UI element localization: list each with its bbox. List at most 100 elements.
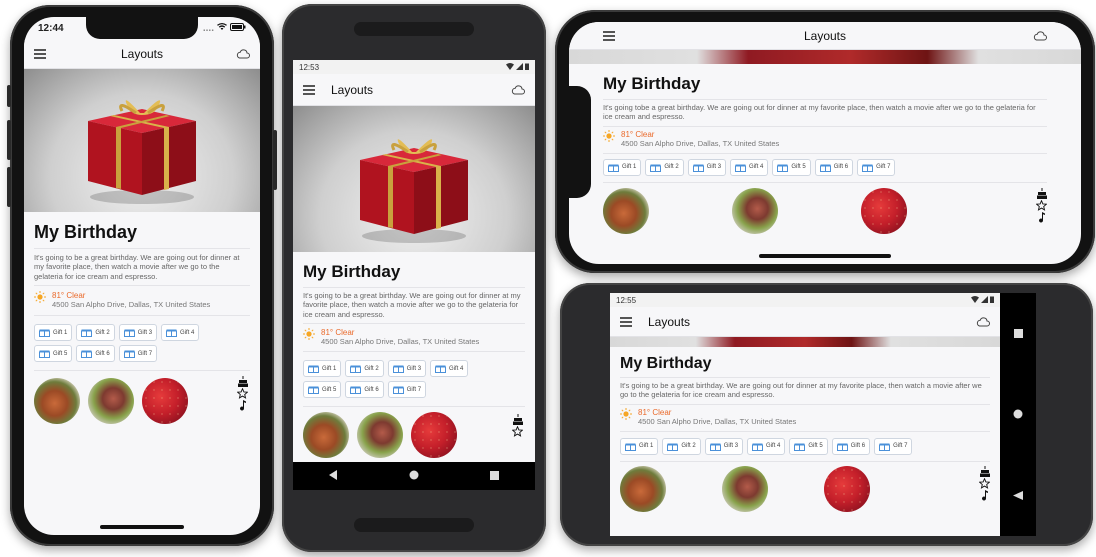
music-note-icon[interactable] (981, 489, 989, 501)
gift-button-2[interactable]: Gift 2 (76, 324, 115, 342)
menu-icon[interactable] (620, 317, 632, 327)
recents-icon[interactable] (1013, 327, 1023, 341)
iphone-portrait-device: 12:44 .... Layouts My Birthday It's goin… (7, 5, 277, 546)
android-nav-bar (1000, 293, 1036, 536)
photo-steak[interactable] (603, 187, 649, 234)
gift-buttons: Gift 1 Gift 2 Gift 3 Gift 4 Gift 5 Gift … (303, 360, 503, 399)
weather-address: 4500 San Alpho Drive, Dallas, TX United … (52, 300, 211, 310)
photo-plate[interactable] (357, 412, 403, 459)
weather-row: 81° Clear 4500 San Alpho Drive, Dallas, … (620, 407, 990, 426)
weather-row: 81° Clear 4500 San Alpho Drive, Dallas, … (603, 129, 1047, 148)
gift-icon (392, 364, 404, 374)
music-note-icon[interactable] (1038, 211, 1046, 223)
home-icon[interactable] (1013, 408, 1023, 422)
star-icon[interactable] (237, 388, 248, 399)
cake-icon[interactable] (237, 376, 248, 388)
gift-icon (123, 328, 135, 338)
gift-button-2[interactable]: Gift 2 (662, 437, 701, 455)
photo-steak[interactable] (303, 412, 349, 459)
gift-button-5[interactable]: Gift 5 (34, 345, 73, 363)
gift-button-3[interactable]: Gift 3 (118, 324, 158, 342)
notch (86, 17, 198, 39)
gift-button-1[interactable]: Gift 1 (603, 158, 642, 176)
gift-button-4[interactable]: Gift 4 (430, 360, 469, 378)
gift-button-3[interactable]: Gift 3 (387, 360, 427, 378)
photo-steak[interactable] (620, 465, 666, 512)
cloud-icon[interactable] (976, 316, 990, 327)
photo-plate[interactable] (722, 465, 768, 512)
gift-button-5[interactable]: Gift 5 (303, 381, 342, 399)
star-icon[interactable] (512, 426, 523, 437)
recents-icon[interactable] (490, 469, 500, 483)
gift-button-7[interactable]: Gift 7 (387, 381, 427, 399)
gift-button-2[interactable]: Gift 2 (345, 360, 384, 378)
sun-icon (34, 291, 46, 304)
gift-button-6[interactable]: Gift 6 (814, 158, 854, 176)
status-bar: 12:55 (610, 293, 1036, 307)
android-landscape-screen: 12:55 Layouts My Birthday It's going to … (610, 293, 1036, 536)
gift-button-1[interactable]: Gift 1 (303, 360, 342, 378)
photo-plate[interactable] (732, 187, 778, 234)
weather-row: 81° Clear 4500 San Alpho Drive, Dallas, … (303, 328, 525, 346)
gift-icon (777, 163, 789, 172)
photo-plate[interactable] (88, 378, 134, 425)
gift-button-5[interactable]: Gift 5 (772, 158, 811, 176)
cake-icon[interactable] (1036, 187, 1047, 199)
photo-strawberries[interactable] (142, 378, 188, 425)
android-nav-bar (293, 462, 535, 490)
cake-icon[interactable] (979, 465, 990, 477)
signal-icon (516, 62, 523, 72)
back-icon[interactable] (1013, 489, 1023, 503)
gift-button-4[interactable]: Gift 4 (161, 324, 200, 342)
gift-button-3[interactable]: Gift 3 (704, 437, 744, 455)
gift-icon (81, 349, 93, 359)
music-note-icon[interactable] (239, 400, 247, 411)
photo-row (303, 412, 525, 459)
gift-label: Gift 5 (322, 386, 337, 393)
cloud-icon[interactable] (511, 84, 525, 95)
menu-icon[interactable] (303, 85, 315, 95)
star-icon[interactable] (979, 477, 990, 489)
cake-icon[interactable] (512, 414, 523, 426)
gift-label: Gift 2 (664, 164, 679, 171)
gift-label: Gift 7 (137, 350, 153, 357)
photo-steak[interactable] (34, 378, 80, 425)
top-speaker (354, 22, 474, 36)
wifi-icon (971, 295, 979, 305)
gift-button-4[interactable]: Gift 4 (747, 437, 786, 455)
gift-button-6[interactable]: Gift 6 (76, 345, 115, 363)
weather-address: 4500 San Alpho Drive, Dallas, TX United … (638, 416, 797, 426)
back-icon[interactable] (328, 469, 338, 483)
home-icon[interactable] (409, 469, 419, 483)
gift-label: Gift 4 (180, 329, 195, 336)
gift-button-6[interactable]: Gift 6 (831, 437, 871, 455)
gift-button-2[interactable]: Gift 2 (645, 158, 684, 176)
app-title: Layouts (648, 314, 691, 329)
gift-button-7[interactable]: Gift 7 (118, 345, 158, 363)
photo-row (620, 465, 990, 512)
gift-button-7[interactable]: Gift 7 (874, 437, 913, 455)
gift-icon (350, 364, 362, 374)
gift-label: Gift 6 (364, 386, 379, 393)
gift-button-4[interactable]: Gift 4 (730, 158, 769, 176)
photo-strawberries[interactable] (824, 465, 870, 512)
gift-button-6[interactable]: Gift 6 (345, 381, 384, 399)
android-portrait-screen: 12:53 Layouts My Birthday It's going to … (293, 60, 535, 490)
hero-image (24, 69, 260, 212)
page-title: My Birthday (620, 355, 712, 372)
photo-strawberries[interactable] (411, 412, 457, 459)
icon-column (979, 465, 990, 501)
gift-button-3[interactable]: Gift 3 (687, 158, 727, 176)
gift-button-1[interactable]: Gift 1 (34, 324, 73, 342)
gift-button-1[interactable]: Gift 1 (620, 437, 659, 455)
gift-button-5[interactable]: Gift 5 (789, 437, 828, 455)
status-time: 12:55 (616, 295, 637, 305)
photo-strawberries[interactable] (861, 187, 907, 234)
gift-buttons: Gift 1 Gift 2 Gift 3 Gift 4 Gift 5 Gift … (34, 324, 234, 363)
gift-icon (862, 163, 874, 172)
star-icon[interactable] (1036, 199, 1047, 211)
gift-button-7[interactable]: Gift 7 (857, 158, 896, 176)
gift-icon (625, 442, 636, 451)
wifi-icon (506, 62, 514, 72)
weather-row: 81° Clear 4500 San Alpho Drive, Dallas, … (34, 291, 250, 309)
